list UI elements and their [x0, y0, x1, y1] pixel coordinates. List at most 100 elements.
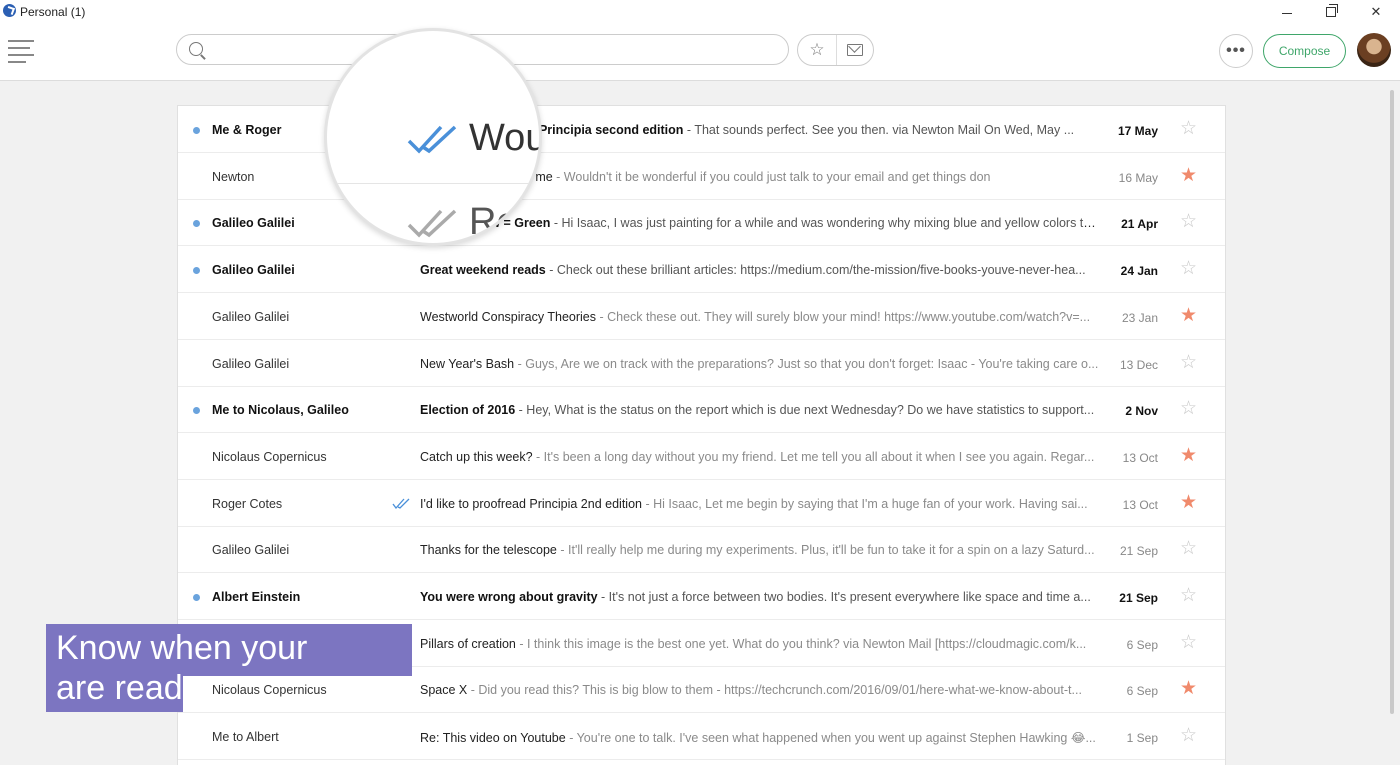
scrollbar[interactable] — [1390, 90, 1394, 714]
envelope-icon — [847, 44, 863, 56]
email-date: 21 Sep — [1119, 544, 1158, 559]
email-date: 2 Nov — [1125, 404, 1158, 419]
star-filled-icon[interactable]: ★ — [1180, 679, 1198, 698]
email-date: 13 Oct — [1122, 497, 1158, 512]
maximize-button[interactable] — [1308, 0, 1354, 24]
email-row[interactable]: Galileo Galilei Westworld Conspiracy Theo… — [178, 293, 1225, 340]
star-outline-icon[interactable]: ☆ — [1180, 399, 1198, 418]
email-subject-line: Election of 2016 - Hey, What is the stat… — [420, 403, 1100, 417]
email-subject-line: Blue + Yellow = Green - Hi Isaac, I was … — [420, 216, 1100, 230]
toolbar: ☆ ••• Compose — [0, 24, 1400, 81]
email-snippet: - It's been a long day without you my fr… — [532, 449, 1095, 464]
close-button[interactable]: ✕ — [1353, 0, 1399, 24]
star-outline-icon[interactable]: ☆ — [1180, 212, 1198, 231]
email-sender: Roger Cotes — [212, 496, 283, 511]
star-outline-icon[interactable]: ☆ — [1180, 633, 1198, 652]
email-sender: Nicolaus Copernicus — [212, 449, 327, 464]
star-filled-icon[interactable]: ★ — [1180, 493, 1198, 512]
title-bar: Personal (1) ✕ — [0, 0, 1400, 24]
email-subject-line: You were wrong about gravity - It's not … — [420, 590, 1100, 604]
email-sender: Galileo Galilei — [212, 356, 290, 371]
star-outline-icon[interactable]: ☆ — [1180, 539, 1198, 558]
email-row[interactable]: Nicolaus Copernicus Catch up this week? -… — [178, 433, 1225, 480]
double-check-icon — [407, 125, 457, 154]
email-row[interactable]: Galileo Galilei New Year's Bash - Guys, A… — [178, 340, 1225, 387]
unread-dot-icon — [193, 127, 200, 134]
star-outline-icon[interactable]: ☆ — [1180, 726, 1198, 745]
starred-filter-button[interactable]: ☆ — [798, 35, 836, 65]
email-row[interactable]: Galileo GalileiBlue + Yellow = Green - H… — [178, 199, 1225, 247]
window-title: Personal (1) — [20, 5, 86, 19]
email-subject: Catch up this week? — [420, 449, 533, 464]
email-snippet: - Wouldn't it be wonderful if you could … — [552, 169, 991, 184]
promo-caption-line-2: are read — [46, 670, 183, 712]
email-date: 13 Oct — [1122, 450, 1158, 465]
email-row[interactable]: Albert Einstein You were wrong about grav… — [178, 573, 1225, 620]
email-date: 6 Sep — [1126, 637, 1158, 652]
email-row[interactable]: Galileo Galilei Thanks for the telescope … — [178, 526, 1225, 574]
star-outline-icon[interactable]: ☆ — [1180, 586, 1198, 605]
email-snippet: - That sounds perfect. See you then. via… — [683, 123, 1075, 137]
magnified-text: Wou — [469, 117, 542, 159]
star-outline-icon[interactable]: ☆ — [1180, 119, 1198, 138]
menu-icon[interactable] — [8, 39, 34, 63]
email-snippet: - Hi Isaac, Let me begin by saying that … — [641, 496, 1088, 511]
unread-dot-icon — [193, 594, 200, 601]
email-sender: Galileo Galilei — [212, 309, 290, 324]
minimize-icon — [1282, 12, 1292, 14]
unread-dot-icon — [193, 267, 200, 275]
email-snippet: - Guys, Are we on track with the prepara… — [514, 356, 1099, 371]
email-subject: Re: This video on Youtube — [420, 731, 566, 746]
email-row[interactable]: Me to Albert Re: This video on Youtube - … — [178, 713, 1225, 761]
email-row[interactable]: Me to Nicolaus, Galileo Election of 2016 … — [178, 386, 1225, 434]
email-row[interactable]: Galileo Galilei Great weekend reads - Che… — [178, 246, 1225, 294]
email-sender: Albert Einstein — [212, 590, 301, 604]
email-snippet: - Hey, What is the status on the report … — [515, 403, 1095, 418]
email-subject-line: Space X - Did you read this? This is big… — [420, 683, 1100, 697]
email-snippet: - It'll really help me during my experim… — [556, 543, 1095, 558]
email-subject-line: Thanks for the telescope - It'll really … — [420, 543, 1100, 557]
email-subject-line: I'd like to proofread Principia 2nd edit… — [420, 497, 1100, 511]
email-snippet: - Check out these brilliant articles: ht… — [545, 263, 1086, 278]
email-sender: Galileo Galilei — [212, 543, 290, 558]
star-filled-icon[interactable]: ★ — [1180, 166, 1198, 185]
email-snippet: - You're one to talk. I've seen what hap… — [565, 731, 1096, 746]
search-icon[interactable] — [189, 42, 203, 56]
email-date: 23 Jan — [1121, 310, 1158, 325]
app-logo-icon — [3, 4, 16, 17]
email-subject: Pillars of creation — [420, 636, 516, 651]
email-subject-line: New Year's Bash - Guys, Are we on track … — [420, 357, 1100, 371]
email-date: 6 Sep — [1126, 684, 1158, 699]
email-subject: Great weekend reads — [420, 263, 546, 278]
read-receipt-magnifier: Wou Re — [324, 28, 542, 246]
star-outline-icon[interactable]: ☆ — [1180, 353, 1198, 372]
email-date: 21 Sep — [1119, 591, 1158, 605]
restore-icon — [1326, 4, 1338, 17]
unread-dot-icon — [193, 220, 200, 228]
avatar[interactable] — [1357, 33, 1391, 67]
email-snippet: - Did you read this? This is big blow to… — [467, 683, 1082, 698]
star-outline-icon[interactable]: ☆ — [1180, 259, 1198, 278]
compose-button[interactable]: Compose — [1263, 34, 1346, 68]
email-subject: Westworld Conspiracy Theories — [420, 309, 596, 324]
email-snippet: - Hi Isaac, I was just painting for a wh… — [550, 216, 1100, 231]
email-snippet: - I think this image is the best one yet… — [515, 636, 1087, 651]
email-row[interactable]: Roger Cotes I'd like to proofread Princip… — [178, 480, 1225, 527]
star-filled-icon[interactable]: ★ — [1180, 446, 1198, 465]
minimize-button[interactable] — [1264, 0, 1310, 24]
email-subject: Thanks for the telescope — [420, 543, 557, 558]
email-subject: New Year's Bash — [420, 356, 515, 371]
email-subject: I'd like to proofread Principia 2nd edit… — [420, 496, 642, 511]
unread-filter-button[interactable] — [836, 35, 874, 65]
email-subject: Space X — [420, 683, 468, 698]
more-options-button[interactable]: ••• — [1219, 34, 1253, 68]
email-subject-line: Catch up this week? - It's been a long d… — [420, 450, 1100, 464]
filter-group: ☆ — [797, 34, 874, 66]
double-check-grey-icon — [407, 209, 457, 238]
email-sender: Me to Albert — [212, 730, 279, 745]
star-filled-icon[interactable]: ★ — [1180, 306, 1198, 325]
email-snippet: - Check these out. They will surely blow… — [596, 309, 1091, 324]
email-date: 17 May — [1117, 124, 1158, 138]
email-date: 16 May — [1118, 170, 1158, 185]
email-sender: Nicolaus Copernicus — [212, 683, 327, 698]
